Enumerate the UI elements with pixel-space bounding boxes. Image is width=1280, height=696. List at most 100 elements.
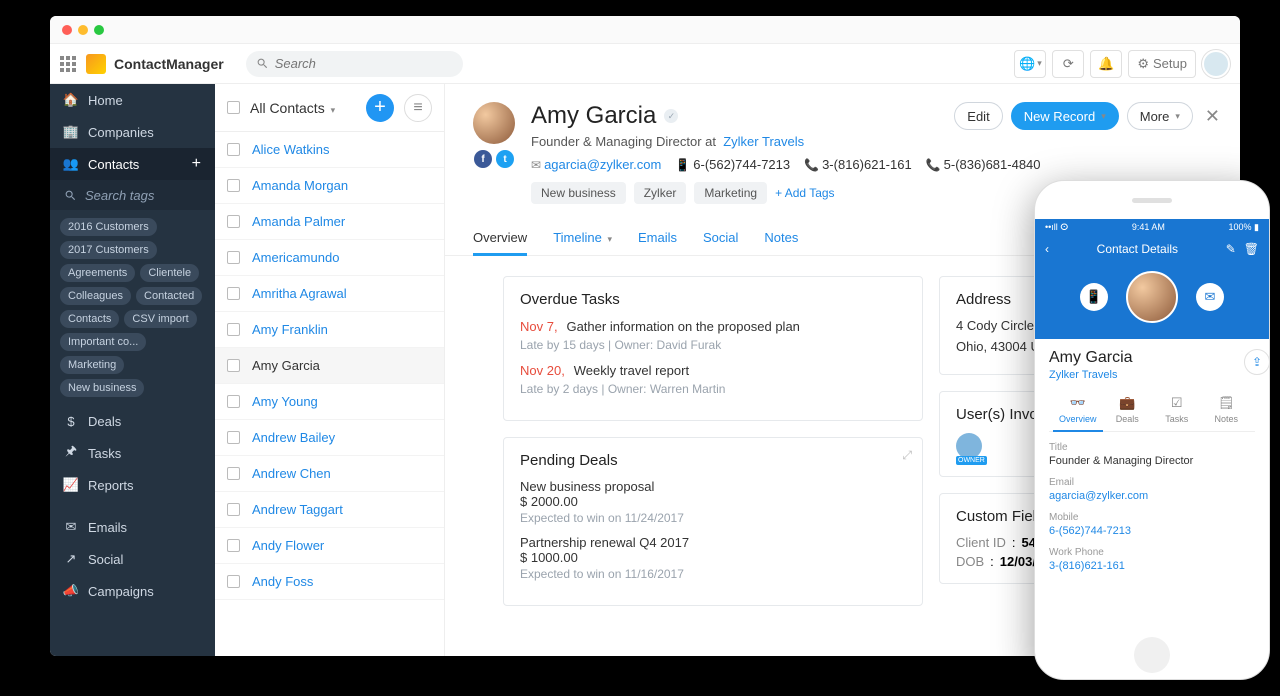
list-item[interactable]: Amritha Agrawal (215, 276, 444, 312)
contact-link[interactable]: Andrew Chen (252, 466, 331, 481)
window-min-dot[interactable] (78, 25, 88, 35)
sidebar-item-contacts[interactable]: 👥Contacts+ (50, 148, 215, 180)
sidebar-tag[interactable]: Marketing (60, 356, 124, 374)
delete-icon[interactable]: 🗑 (1244, 242, 1259, 256)
phone-call-button[interactable]: 📱 (1080, 283, 1108, 311)
sidebar-item-companies[interactable]: 🏢Companies (50, 116, 215, 148)
phone-home-button[interactable] (1134, 637, 1170, 673)
row-checkbox[interactable] (227, 359, 240, 372)
row-checkbox[interactable] (227, 179, 240, 192)
field-value[interactable]: 6-(562)744-7213 (1049, 525, 1255, 537)
row-checkbox[interactable] (227, 503, 240, 516)
add-tags-button[interactable]: + Add Tags (775, 186, 835, 200)
deal-item[interactable]: New business proposal$ 2000.00Expected t… (520, 479, 906, 525)
add-icon[interactable]: + (192, 155, 201, 173)
contact-link[interactable]: Americamundo (252, 250, 339, 265)
phone-mail-button[interactable]: ✉ (1196, 283, 1224, 311)
deal-item[interactable]: Partnership renewal Q4 2017$ 1000.00Expe… (520, 535, 906, 581)
row-checkbox[interactable] (227, 431, 240, 444)
row-checkbox[interactable] (227, 395, 240, 408)
list-item[interactable]: Andy Foss (215, 564, 444, 600)
task-item[interactable]: Nov 7, Gather information on the propose… (520, 318, 906, 352)
sidebar-tag[interactable]: 2017 Customers (60, 241, 157, 259)
list-item[interactable]: Amy Garcia (215, 348, 444, 384)
list-item[interactable]: Americamundo (215, 240, 444, 276)
contact-link[interactable]: Amritha Agrawal (252, 286, 347, 301)
sidebar-tag[interactable]: CSV import (124, 310, 196, 328)
apps-grid-icon[interactable] (60, 56, 78, 72)
list-item[interactable]: Andy Flower (215, 528, 444, 564)
field-value[interactable]: agarcia@zylker.com (1049, 490, 1255, 502)
sidebar-item-reports[interactable]: 📈Reports (50, 469, 215, 501)
row-checkbox[interactable] (227, 215, 240, 228)
list-menu-button[interactable]: ≡ (404, 94, 432, 122)
tag-pill[interactable]: Zylker (634, 182, 687, 204)
tag-pill[interactable]: Marketing (694, 182, 767, 204)
global-search-input[interactable] (275, 56, 453, 71)
sidebar-item-home[interactable]: 🏠Home (50, 84, 215, 116)
list-item[interactable]: Amy Franklin (215, 312, 444, 348)
new-record-button[interactable]: New Record▾ (1011, 102, 1119, 130)
tab-social[interactable]: Social (703, 222, 738, 255)
contact-link[interactable]: Amanda Morgan (252, 178, 348, 193)
list-item[interactable]: Andrew Taggart (215, 492, 444, 528)
sidebar-tag[interactable]: New business (60, 379, 144, 397)
phone-tab-deals[interactable]: 💼Deals (1103, 395, 1153, 431)
tab-emails[interactable]: Emails (638, 222, 677, 255)
contact-link[interactable]: Andrew Bailey (252, 430, 335, 445)
row-checkbox[interactable] (227, 467, 240, 480)
sidebar-tag[interactable]: Important co... (60, 333, 146, 351)
add-contact-button[interactable]: + (366, 94, 394, 122)
sidebar-tag[interactable]: Contacts (60, 310, 119, 328)
window-close-dot[interactable] (62, 25, 72, 35)
sidebar-tag[interactable]: 2016 Customers (60, 218, 157, 236)
sidebar-tag[interactable]: Colleagues (60, 287, 131, 305)
tab-timeline[interactable]: Timeline ▾ (553, 222, 612, 255)
sidebar-tag[interactable]: Agreements (60, 264, 135, 282)
twitter-icon[interactable]: t (496, 150, 514, 168)
phone-company-link[interactable]: Zylker Travels (1049, 369, 1255, 381)
sidebar-item-social[interactable]: ↗Social (50, 543, 215, 575)
row-checkbox[interactable] (227, 323, 240, 336)
globe-button[interactable]: 🌐▾ (1014, 50, 1046, 78)
contact-link[interactable]: Andy Flower (252, 538, 324, 553)
user-avatar[interactable] (1202, 50, 1230, 78)
list-item[interactable]: Amanda Morgan (215, 168, 444, 204)
sidebar-item-tasks[interactable]: 🖈Tasks (50, 437, 215, 469)
facebook-icon[interactable]: f (474, 150, 492, 168)
expand-icon[interactable]: ⤢ (902, 448, 912, 463)
global-search[interactable] (246, 51, 463, 77)
sidebar-item-emails[interactable]: ✉Emails (50, 511, 215, 543)
company-link[interactable]: Zylker Travels (723, 134, 804, 149)
row-checkbox[interactable] (227, 251, 240, 264)
select-all-checkbox[interactable] (227, 101, 240, 114)
list-item[interactable]: Amanda Palmer (215, 204, 444, 240)
sidebar-tag[interactable]: Clientele (140, 264, 199, 282)
edit-button[interactable]: Edit (954, 102, 1002, 130)
list-item[interactable]: Alice Watkins (215, 132, 444, 168)
window-max-dot[interactable] (94, 25, 104, 35)
contact-link[interactable]: Amy Franklin (252, 322, 328, 337)
more-button[interactable]: More▾ (1127, 102, 1193, 130)
notifications-button[interactable]: 🔔 (1090, 50, 1122, 78)
contact-link[interactable]: Andrew Taggart (252, 502, 343, 517)
field-value[interactable]: 3-(816)621-161 (1049, 560, 1255, 572)
tag-pill[interactable]: New business (531, 182, 626, 204)
close-icon[interactable]: ✕ (1205, 106, 1220, 127)
contact-link[interactable]: Amy Young (252, 394, 318, 409)
row-checkbox[interactable] (227, 539, 240, 552)
task-item[interactable]: Nov 20, Weekly travel reportLate by 2 da… (520, 362, 906, 396)
phone-tab-tasks[interactable]: ☑Tasks (1152, 395, 1202, 431)
contact-link[interactable]: Amanda Palmer (252, 214, 345, 229)
edit-icon[interactable]: ✎ (1226, 242, 1236, 256)
row-checkbox[interactable] (227, 575, 240, 588)
share-icon[interactable]: ⇪ (1244, 349, 1270, 375)
list-title[interactable]: All Contacts ▾ (250, 100, 335, 116)
setup-button[interactable]: ⚙ Setup (1128, 50, 1196, 78)
list-item[interactable]: Andrew Bailey (215, 420, 444, 456)
row-checkbox[interactable] (227, 287, 240, 300)
tab-overview[interactable]: Overview (473, 222, 527, 256)
list-item[interactable]: Andrew Chen (215, 456, 444, 492)
row-checkbox[interactable] (227, 143, 240, 156)
back-icon[interactable]: ‹ (1045, 242, 1049, 256)
